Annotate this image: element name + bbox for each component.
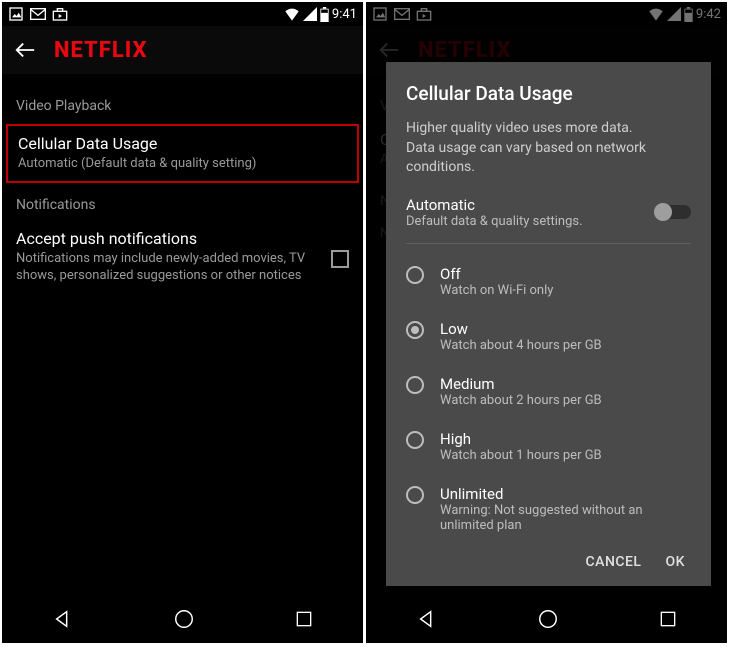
settings-content: Video Playback Cellular Data Usage Autom… bbox=[2, 74, 363, 305]
automatic-label: Automatic bbox=[406, 196, 583, 214]
automatic-sub: Default data & quality settings. bbox=[406, 214, 583, 229]
radio-sub: Watch about 1 hours per GB bbox=[440, 448, 602, 463]
radio-sub: Watch about 2 hours per GB bbox=[440, 393, 602, 408]
automatic-toggle[interactable] bbox=[655, 205, 691, 219]
radio-icon[interactable] bbox=[406, 266, 424, 284]
ok-button[interactable]: OK bbox=[666, 554, 686, 570]
radio-icon[interactable] bbox=[406, 376, 424, 394]
cdu-title: Cellular Data Usage bbox=[18, 134, 347, 153]
radio-icon[interactable] bbox=[406, 486, 424, 504]
nav-home-icon[interactable] bbox=[537, 608, 559, 630]
dialog-desc: Higher quality video uses more data. Dat… bbox=[406, 119, 691, 178]
battery-icon bbox=[320, 7, 329, 22]
radio-sub: Warning: Not suggested without an unlimi… bbox=[440, 503, 691, 533]
wifi-icon bbox=[284, 7, 300, 21]
push-notifications-row[interactable]: Accept push notifications Notifications … bbox=[16, 223, 349, 295]
nav-recent-icon[interactable] bbox=[294, 609, 314, 629]
radio-option-unlimited[interactable]: UnlimitedWarning: Not suggested without … bbox=[406, 474, 691, 544]
back-icon[interactable] bbox=[14, 39, 36, 61]
radio-label: Medium bbox=[440, 375, 602, 393]
android-nav-bar bbox=[366, 595, 727, 643]
radio-icon[interactable] bbox=[406, 431, 424, 449]
cellular-data-usage-row[interactable]: Cellular Data Usage Automatic (Default d… bbox=[6, 124, 359, 183]
radio-label: Low bbox=[440, 320, 602, 338]
section-video-playback: Video Playback bbox=[16, 98, 349, 114]
push-title: Accept push notifications bbox=[16, 229, 321, 248]
netflix-logo: NETFLIX bbox=[54, 38, 148, 63]
radio-sub: Watch about 4 hours per GB bbox=[440, 338, 602, 353]
briefcase-icon bbox=[52, 7, 68, 21]
picture-icon bbox=[8, 6, 24, 22]
nav-recent-icon[interactable] bbox=[658, 609, 678, 629]
radio-label: Off bbox=[440, 265, 553, 283]
push-sub: Notifications may include newly-added mo… bbox=[16, 250, 321, 285]
status-bar: 9:41 bbox=[2, 2, 363, 26]
android-nav-bar bbox=[2, 595, 363, 643]
dialog-title: Cellular Data Usage bbox=[406, 82, 691, 105]
radio-option-high[interactable]: HighWatch about 1 hours per GB bbox=[406, 419, 691, 474]
cellular-data-usage-dialog: Cellular Data Usage Higher quality video… bbox=[386, 62, 711, 586]
radio-option-off[interactable]: OffWatch on Wi-Fi only bbox=[406, 254, 691, 309]
nav-back-icon[interactable] bbox=[416, 608, 438, 630]
signal-icon bbox=[303, 7, 317, 21]
phone-left: 9:41 NETFLIX Video Playback Cellular Dat… bbox=[2, 2, 363, 643]
app-header: NETFLIX bbox=[2, 26, 363, 74]
automatic-row[interactable]: Automatic Default data & quality setting… bbox=[406, 196, 691, 244]
radio-label: High bbox=[440, 430, 602, 448]
radio-icon[interactable] bbox=[406, 321, 424, 339]
push-checkbox[interactable] bbox=[331, 250, 349, 268]
cdu-sub: Automatic (Default data & quality settin… bbox=[18, 155, 347, 173]
nav-back-icon[interactable] bbox=[52, 608, 74, 630]
cancel-button[interactable]: CANCEL bbox=[586, 554, 642, 570]
radio-sub: Watch on Wi-Fi only bbox=[440, 283, 553, 298]
status-time: 9:41 bbox=[332, 7, 357, 22]
radio-label: Unlimited bbox=[440, 485, 691, 503]
gmail-icon bbox=[30, 8, 46, 20]
section-notifications: Notifications bbox=[16, 197, 349, 213]
nav-home-icon[interactable] bbox=[173, 608, 195, 630]
radio-option-low[interactable]: LowWatch about 4 hours per GB bbox=[406, 309, 691, 364]
phone-right: 9:42 NETFLIX V C A N N s Cellular Data U… bbox=[366, 2, 727, 643]
radio-option-medium[interactable]: MediumWatch about 2 hours per GB bbox=[406, 364, 691, 419]
